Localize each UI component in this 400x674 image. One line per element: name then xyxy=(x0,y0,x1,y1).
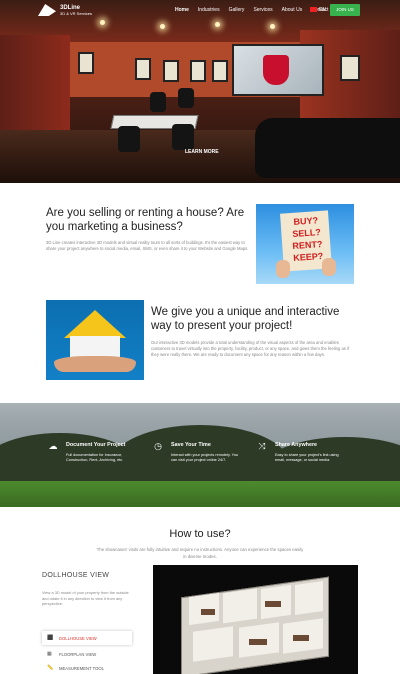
feature-title: Save Your Time xyxy=(171,442,211,448)
cube-icon: ⬛ xyxy=(47,635,54,641)
ruler-icon: 📏 xyxy=(47,665,54,671)
logo-icon xyxy=(38,4,56,16)
nav-home[interactable]: Home xyxy=(175,7,189,13)
dollhouse-preview[interactable] xyxy=(153,565,358,674)
sofa xyxy=(255,118,400,178)
cloud-upload-icon: ☁ xyxy=(48,441,58,451)
mode-description: View a 3D model of your property from th… xyxy=(42,590,129,607)
nav-gallery[interactable]: Gallery xyxy=(229,7,245,13)
mode-dollhouse[interactable]: ⬛ DOLLHOUSE VIEW xyxy=(42,631,132,645)
mode-measurement[interactable]: 📏 MEASUREMENT TOOL xyxy=(42,661,132,674)
language-selector[interactable]: EN xyxy=(310,7,326,13)
how-to-use-subtitle: The showcases' visits are fully intuitiv… xyxy=(96,547,304,559)
hand xyxy=(276,260,290,278)
share-icon: ⤨ xyxy=(258,441,266,451)
house-in-hands-image xyxy=(46,300,144,380)
wall-frame xyxy=(163,60,179,82)
learn-more-link[interactable]: LEARN MORE xyxy=(185,149,219,155)
section2-text: Our interactive 3D models provide a tota… xyxy=(151,340,350,357)
mode-label: MEASUREMENT TOOL xyxy=(59,665,104,671)
language-label: EN xyxy=(319,7,326,13)
hero-banner: 3DLine 3D & VR Services Home Industries … xyxy=(0,0,400,183)
buy-sell-rent-image: BUY? SELL? RENT? KEEP? xyxy=(256,204,354,284)
site-logo[interactable]: 3DLine 3D & VR Services xyxy=(38,4,92,16)
section1-title: Are you selling or renting a house? Are … xyxy=(46,207,245,233)
nav-about-us[interactable]: About Us xyxy=(282,7,303,13)
floorplan-icon: ▦ xyxy=(47,651,52,657)
mode-title: DOLLHOUSE VIEW xyxy=(42,572,110,579)
feature-text: Interact with your projects remotely. Yo… xyxy=(171,453,239,463)
hand xyxy=(322,258,336,276)
feature-title: Document Your Project xyxy=(66,442,126,448)
mode-floorplan[interactable]: ▦ FLOORPLAN VIEW xyxy=(42,647,132,661)
feature-text: Easy to share your project's link using … xyxy=(275,453,339,463)
section2-title: We give you a unique and interactive way… xyxy=(151,306,340,332)
clock-icon: ◷ xyxy=(154,441,162,451)
main-nav: Home Industries Gallery Services About U… xyxy=(175,7,328,13)
flag-icon xyxy=(310,7,317,13)
mode-label: DOLLHOUSE VIEW xyxy=(59,635,97,641)
feature-text: Full documentation for Insurance, Constr… xyxy=(66,453,124,463)
wall-frame xyxy=(212,60,228,82)
section1-text: 3D Line creates interactive 3D models an… xyxy=(46,240,249,251)
how-to-use-title: How to use? xyxy=(169,528,231,540)
hands xyxy=(54,356,136,372)
feature-title: Share Anywhere xyxy=(275,442,318,448)
top-navbar: 3DLine 3D & VR Services Home Industries … xyxy=(0,0,400,22)
wall-frame xyxy=(190,60,206,82)
nav-industries[interactable]: Industries xyxy=(198,7,220,13)
join-us-button[interactable]: JOIN US xyxy=(330,4,360,16)
wall-frame xyxy=(135,58,151,80)
mode-label: FLOORPLAN VIEW xyxy=(59,651,97,657)
wall-frame xyxy=(340,55,360,81)
nav-services[interactable]: Services xyxy=(253,7,272,13)
wall-frame xyxy=(78,52,94,74)
logo-tagline: 3D & VR Services xyxy=(60,10,93,16)
sign-text: BUY? SELL? RENT? KEEP? xyxy=(292,215,324,263)
club-logo xyxy=(263,55,289,85)
